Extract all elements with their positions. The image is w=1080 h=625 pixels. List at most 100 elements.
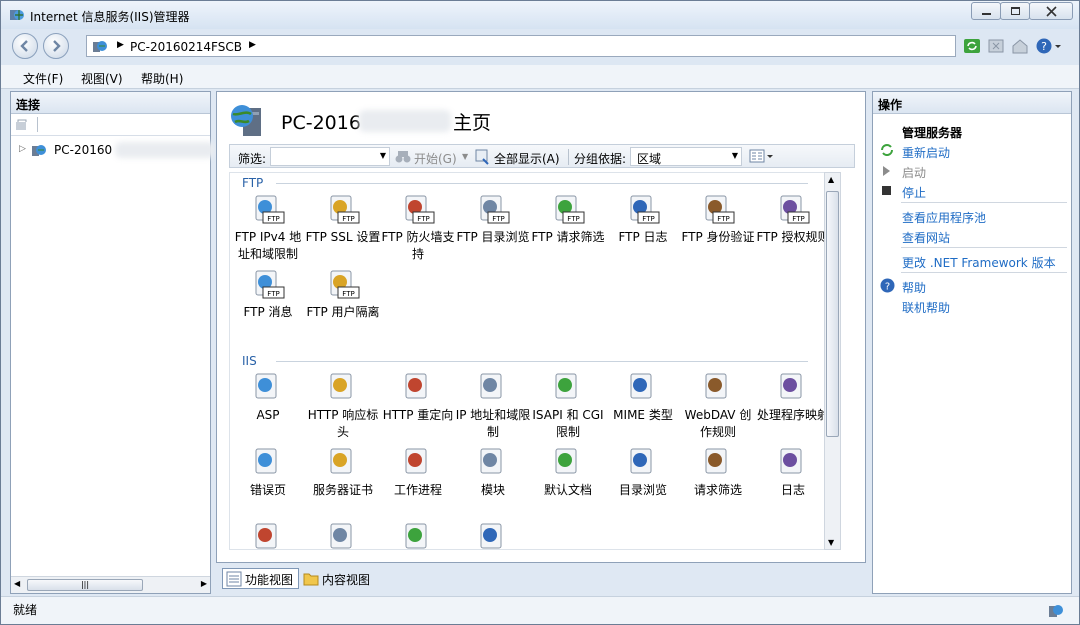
feature-label: 默认文档 xyxy=(543,483,592,497)
feature-label: FTP 消息 xyxy=(243,305,293,319)
minimize-button[interactable] xyxy=(971,2,1001,20)
view-mode-icon[interactable] xyxy=(749,149,775,164)
stop-icon[interactable] xyxy=(987,37,1005,55)
feature-item[interactable]: FTP FTP 目录浏览 xyxy=(455,193,531,246)
group-header-ftp[interactable]: FTP xyxy=(242,176,263,190)
tree-node-label[interactable]: PC-20160 xyxy=(54,143,112,157)
feature-item[interactable]: 请求筛选 xyxy=(680,446,756,499)
ip-restrict-icon xyxy=(476,371,510,405)
restart-link[interactable]: 重新启动 xyxy=(902,144,950,161)
redacted-blur xyxy=(115,142,215,158)
scroll-thumb[interactable]: ||| xyxy=(27,579,143,591)
feature-item[interactable]: FTP FTP 授权规则 xyxy=(755,193,825,246)
page-header: PC-2016 主页 xyxy=(229,102,829,142)
breadcrumb-arrow-icon[interactable]: ▶ xyxy=(249,40,256,50)
home-icon[interactable] xyxy=(1011,37,1029,55)
scroll-up-icon[interactable]: ▲ xyxy=(828,175,834,184)
show-all-button[interactable]: 全部显示(A) xyxy=(494,150,560,167)
http-headers-icon xyxy=(326,371,360,405)
feature-item[interactable]: FTP FTP 请求筛选 xyxy=(530,193,606,246)
change-net-link[interactable]: 更改 .NET Framework 版本 xyxy=(902,254,1056,271)
feature-label: ASP xyxy=(256,408,280,422)
feature-label: FTP 身份验证 xyxy=(681,230,755,244)
close-button[interactable] xyxy=(1029,2,1073,20)
scroll-left-icon[interactable]: ◀ xyxy=(14,579,20,588)
feature-label: 处理程序映射 xyxy=(756,408,825,422)
ftp-firewall-icon: FTP xyxy=(401,193,435,227)
address-bar-row: ▶ PC-20160214FSCB ▶ ? xyxy=(1,29,1079,65)
feature-item[interactable]: 默认文档 xyxy=(530,446,606,499)
feature-item[interactable]: MIME 类型 xyxy=(605,371,681,424)
feature-item[interactable]: 处理程序映射 xyxy=(755,371,825,424)
scroll-right-icon[interactable]: ▶ xyxy=(201,579,207,588)
dropdown-arrow-icon[interactable]: ▼ xyxy=(732,151,738,160)
address-box[interactable]: ▶ PC-20160214FSCB ▶ xyxy=(86,35,956,57)
feature-item[interactable]: ASP xyxy=(230,371,306,424)
feature-item[interactable]: FTP FTP IPv4 地址和域限制 xyxy=(230,193,306,263)
title-bar[interactable]: Internet 信息服务(IIS)管理器 xyxy=(1,1,1079,29)
feature-item[interactable] xyxy=(305,521,381,549)
menu-file[interactable]: 文件(F) xyxy=(23,70,63,87)
start-button[interactable]: 开始(G) xyxy=(414,150,457,167)
forward-button[interactable] xyxy=(43,33,69,59)
view-sites-link[interactable]: 查看网站 xyxy=(902,229,950,246)
horizontal-scrollbar[interactable]: ◀ ||| ▶ xyxy=(11,576,210,593)
feature-item[interactable]: FTP FTP 日志 xyxy=(605,193,681,246)
feature-item[interactable]: FTP FTP 消息 xyxy=(230,268,306,321)
svg-text:FTP: FTP xyxy=(792,215,804,223)
ftp-log-icon: FTP xyxy=(626,193,660,227)
scroll-thumb[interactable] xyxy=(826,191,839,437)
breadcrumb-arrow-icon[interactable]: ▶ xyxy=(117,40,124,50)
group-by-select[interactable]: 区域 ▼ xyxy=(630,147,742,166)
refresh-icon[interactable] xyxy=(963,37,981,55)
feature-item[interactable] xyxy=(230,521,306,549)
svg-text:FTP: FTP xyxy=(642,215,654,223)
feature-item[interactable]: 服务器证书 xyxy=(305,446,381,499)
expand-arrow-icon[interactable]: ▷ xyxy=(19,144,26,154)
feature-item[interactable] xyxy=(455,521,531,549)
tab-features-label: 功能视图 xyxy=(245,573,294,587)
feature-item[interactable]: 日志 xyxy=(755,446,825,499)
stop-link[interactable]: 停止 xyxy=(902,184,926,201)
feature-item[interactable]: WebDAV 创作规则 xyxy=(680,371,756,441)
group-header-iis[interactable]: IIS xyxy=(242,354,257,368)
feature-item[interactable]: ISAPI 和 CGI 限制 xyxy=(530,371,606,441)
connect-icon[interactable] xyxy=(15,118,29,132)
start-link[interactable]: 启动 xyxy=(902,164,926,181)
feature-label: FTP SSL 设置 xyxy=(305,230,381,244)
tab-content-view[interactable]: 内容视图 xyxy=(299,568,376,589)
back-button[interactable] xyxy=(12,33,38,59)
dir-browse-icon xyxy=(626,446,660,480)
dropdown-arrow-icon[interactable]: ▼ xyxy=(380,151,386,160)
start-dropdown-icon[interactable]: ▼ xyxy=(462,152,468,161)
tab-features-view[interactable]: 功能视图 xyxy=(222,568,300,589)
vertical-scrollbar[interactable]: ▲ ▼ xyxy=(824,172,841,550)
feature-item[interactable]: FTP FTP 身份验证 xyxy=(680,193,756,246)
online-help-link[interactable]: 联机帮助 xyxy=(902,299,950,316)
feature-item[interactable]: FTP FTP 用户隔离 xyxy=(305,268,381,321)
help-link[interactable]: 帮助 xyxy=(902,279,926,296)
feature-item[interactable]: 错误页 xyxy=(230,446,306,499)
feature-item[interactable]: 工作进程 xyxy=(380,446,456,499)
feature-label: FTP 授权规则 xyxy=(756,230,825,244)
feature-item[interactable]: IP 地址和域限制 xyxy=(455,371,531,441)
help-dropdown-icon[interactable]: ? xyxy=(1035,37,1063,55)
feature-item[interactable] xyxy=(380,521,456,549)
scroll-down-icon[interactable]: ▼ xyxy=(828,538,834,547)
isapi-cgi-icon xyxy=(551,371,585,405)
server-icon xyxy=(32,145,46,156)
breadcrumb-server[interactable]: PC-20160214FSCB xyxy=(130,40,242,54)
feature-item[interactable]: HTTP 重定向 xyxy=(380,371,456,424)
feature-item[interactable]: 目录浏览 xyxy=(605,446,681,499)
feature-item[interactable]: FTP FTP SSL 设置 xyxy=(305,193,381,246)
feature-item[interactable]: HTTP 响应标头 xyxy=(305,371,381,441)
group-by-label: 分组依据: xyxy=(574,152,627,166)
menu-view[interactable]: 视图(V) xyxy=(81,70,123,87)
maximize-button[interactable] xyxy=(1000,2,1030,20)
svg-text:FTP: FTP xyxy=(567,215,579,223)
feature-item[interactable]: 模块 xyxy=(455,446,531,499)
menu-help[interactable]: 帮助(H) xyxy=(141,70,183,87)
feature-item[interactable]: FTP FTP 防火墙支持 xyxy=(380,193,456,263)
filter-input[interactable]: ▼ xyxy=(270,147,390,166)
view-app-pools-link[interactable]: 查看应用程序池 xyxy=(902,209,986,226)
